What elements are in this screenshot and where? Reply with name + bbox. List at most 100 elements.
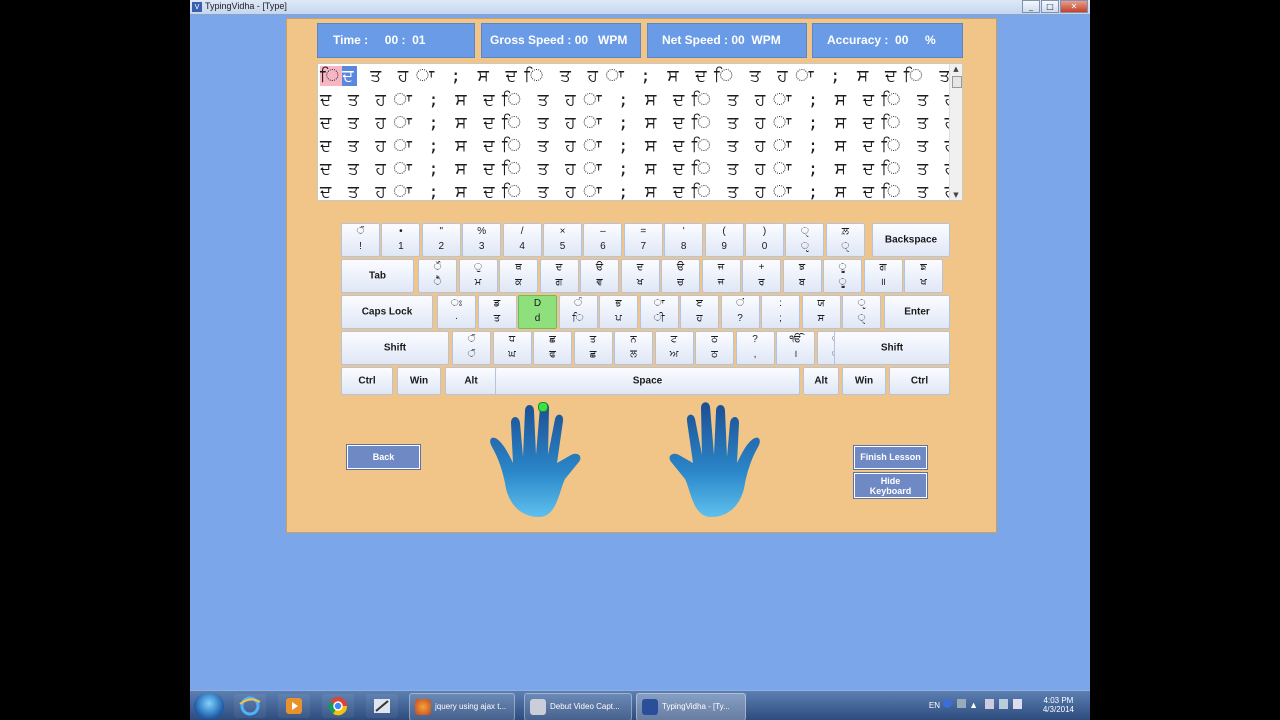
- key-r4-0[interactable]: ੱੱ: [452, 331, 491, 365]
- key-r1-5[interactable]: × 5: [543, 223, 582, 257]
- key-r2-9[interactable]: ਝਬ: [782, 259, 822, 293]
- key-label: Ctrl: [358, 375, 376, 387]
- key-r1-1[interactable]: • 1: [381, 223, 421, 257]
- key-r3-0[interactable]: ਃ ·: [437, 295, 476, 329]
- key-r3-2[interactable]: Dd: [518, 295, 557, 329]
- key-shift-char: ਨ: [630, 334, 637, 345]
- key-r2-5[interactable]: ਦਖ: [620, 259, 660, 293]
- key-r1-7[interactable]: = 7: [623, 223, 663, 257]
- network-icon[interactable]: [957, 699, 966, 708]
- key-r3-10[interactable]: ੵੑ: [842, 295, 881, 329]
- key-char: ਖ: [636, 277, 644, 288]
- key-r2-8[interactable]: + ਰ: [742, 259, 781, 293]
- enter-key[interactable]: Enter: [884, 295, 950, 329]
- maximize-button[interactable]: □: [1041, 0, 1059, 13]
- key-r3-8[interactable]: :;: [761, 295, 800, 329]
- left-win-key[interactable]: Win: [397, 367, 441, 395]
- action-center-icon[interactable]: [985, 699, 994, 709]
- key-r1-3[interactable]: % 3: [462, 223, 502, 257]
- key-r1-2[interactable]: " 2: [421, 223, 461, 257]
- key-r1-4[interactable]: /4: [502, 223, 542, 257]
- minimize-button[interactable]: _: [1022, 0, 1040, 13]
- key-char: ;: [779, 313, 782, 324]
- space-key[interactable]: Space: [495, 367, 800, 395]
- expand-tray-icon[interactable]: ▲: [969, 700, 978, 710]
- key-label: Space: [632, 375, 663, 387]
- task-debut[interactable]: Debut Video Capt...: [524, 693, 632, 720]
- key-r1-10[interactable]: ) 0: [745, 223, 784, 257]
- left-shift-key[interactable]: Shift: [341, 331, 449, 365]
- key-label: Backspace: [884, 234, 938, 246]
- right-shift-key[interactable]: Shift: [834, 331, 950, 365]
- right-win-key[interactable]: Win: [842, 367, 886, 395]
- key-char: ਕ: [515, 277, 522, 288]
- close-button[interactable]: ✕: [1060, 0, 1088, 13]
- key-shift-char: ਜ: [717, 262, 725, 273]
- left-alt-key[interactable]: Alt: [445, 367, 497, 395]
- back-button[interactable]: Back: [346, 444, 421, 470]
- key-label: Caps Lock: [361, 306, 413, 318]
- key-r2-1[interactable]: ੁ ਮ: [458, 259, 498, 293]
- key-shift-char: ੵ: [857, 298, 866, 309]
- key-r3-5[interactable]: ਾੀ: [639, 295, 679, 329]
- key-r3-4[interactable]: ਭਪ: [599, 295, 638, 329]
- key-r3-7[interactable]: ਂ?: [720, 295, 760, 329]
- chrome-icon[interactable]: [322, 694, 354, 718]
- help-icon[interactable]: [943, 699, 952, 708]
- key-char: ,: [753, 349, 757, 360]
- key-r4-4[interactable]: ਨਲ: [614, 331, 653, 365]
- key-r2-11[interactable]: ਗ ॥: [863, 259, 903, 293]
- key-r4-6[interactable]: ਠਠ: [695, 331, 734, 365]
- right-ctrl-key[interactable]: Ctrl: [889, 367, 950, 395]
- finish-lesson-button[interactable]: Finish Lesson: [853, 445, 928, 470]
- start-button[interactable]: [194, 693, 224, 719]
- caps-lock-key[interactable]: Caps Lock: [341, 295, 433, 329]
- key-r4-3[interactable]: ਤਛ: [573, 331, 613, 365]
- media-player-icon[interactable]: [278, 694, 310, 718]
- key-shift-char: •: [399, 226, 403, 237]
- key-r3-1[interactable]: ਡਤ: [477, 295, 517, 329]
- key-r4-1[interactable]: ਧਘ: [492, 331, 532, 365]
- key-r2-2[interactable]: ਥਕ: [499, 259, 538, 293]
- key-r1-11[interactable]: ੑੵ: [785, 223, 825, 257]
- key-r2-4[interactable]: ੳਵ: [580, 259, 619, 293]
- clock[interactable]: 4:03 PM 4/3/2014: [1043, 696, 1074, 714]
- task-firefox[interactable]: jquery using ajax t...: [409, 693, 515, 720]
- key-r3-3[interactable]: ੰਿ: [558, 295, 598, 329]
- key-r2-7[interactable]: ਜਜ: [701, 259, 741, 293]
- task-typingvidha[interactable]: TypingVidha - [Ty...: [636, 693, 746, 720]
- ie-icon[interactable]: [234, 694, 266, 718]
- key-r4-2[interactable]: ਛਫ: [533, 331, 572, 365]
- key-r2-3[interactable]: ਦਗ: [539, 259, 579, 293]
- key-r1-9[interactable]: (9: [704, 223, 744, 257]
- key-r2-12[interactable]: ਙਖ: [904, 259, 943, 293]
- right-alt-key[interactable]: Alt: [803, 367, 839, 395]
- key-shift-char: ਝ: [798, 262, 806, 273]
- key-r3-9[interactable]: ਯਸ: [801, 295, 841, 329]
- key-r1-12[interactable]: ਲ਼ੑ: [825, 223, 865, 257]
- key-char: ੑ: [841, 241, 850, 252]
- volume-icon[interactable]: [1013, 699, 1022, 709]
- monitor-icon[interactable]: [999, 699, 1008, 709]
- key-r3-6[interactable]: ੲਹ: [680, 295, 719, 329]
- key-r4-8[interactable]: ੴ ।: [776, 331, 815, 365]
- key-r4-7[interactable]: ?,: [735, 331, 775, 365]
- key-shift-char: D: [533, 298, 542, 309]
- hide-keyboard-button[interactable]: Hide Keyboard: [853, 472, 928, 499]
- key-r2-10[interactable]: ੂੂ: [823, 259, 862, 293]
- language-indicator[interactable]: EN: [929, 701, 940, 710]
- typingvidha-icon: [642, 698, 658, 715]
- window-title: TypingVidha - [Type]: [205, 1, 287, 11]
- tab-key[interactable]: Tab: [341, 259, 414, 293]
- key-r4-5[interactable]: ਟਅ: [654, 331, 694, 365]
- tools-icon[interactable]: [366, 694, 398, 718]
- key-r1-8[interactable]: ' 8: [664, 223, 704, 257]
- key-r2-6[interactable]: ੳਚ: [661, 259, 700, 293]
- key-shift-char: ੳ: [595, 262, 604, 273]
- key-label: Win: [409, 375, 429, 387]
- left-ctrl-key[interactable]: Ctrl: [341, 367, 393, 395]
- key-r2-0[interactable]: ੌੈ: [418, 259, 457, 293]
- backspace-key[interactable]: Backspace: [872, 223, 950, 257]
- key-r1-0[interactable]: ੱ!: [341, 223, 380, 257]
- key-r1-6[interactable]: –6: [583, 223, 623, 257]
